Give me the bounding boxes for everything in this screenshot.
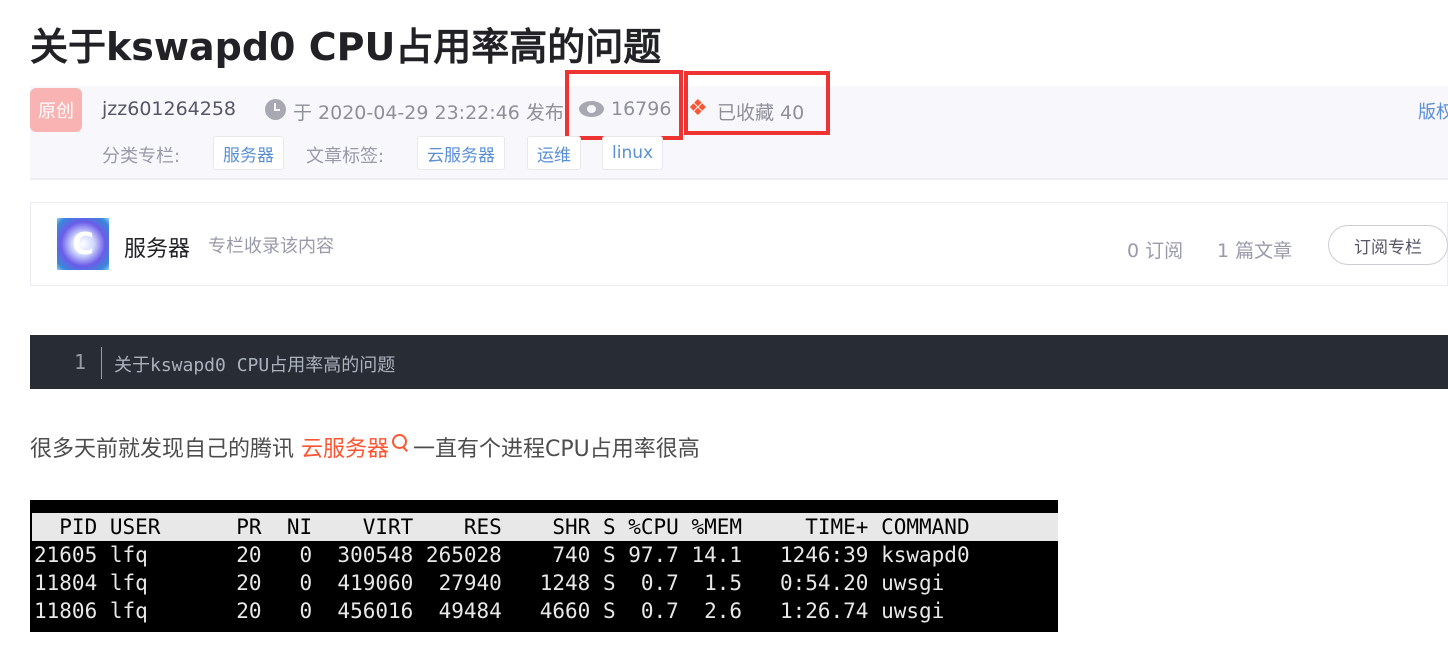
column-description: 专栏收录该内容 [208,236,334,257]
subscribe-column-button[interactable]: 订阅专栏 [1328,225,1448,265]
meta-divider [30,178,1448,180]
terminal-screenshot: PID USER PR NI VIRT RES SHR S %CPU %MEM … [30,500,1058,632]
article-paragraph: 很多天前就发现自己的腾讯 云服务器 一直有个进程CPU占用率很高 [30,431,700,463]
highlight-box-favorites [684,71,830,135]
code-gutter-divider [101,347,102,379]
article-tags-label: 文章标签: [306,146,385,167]
highlight-box-views [565,70,683,140]
article-tag[interactable]: 云服务器 [417,136,505,170]
search-icon[interactable] [391,434,409,452]
column-article-count: 1 篇文章 [1217,240,1293,262]
original-badge: 原创 [30,88,82,132]
code-line: 关于kswapd0 CPU占用率高的问题 [114,355,396,376]
terminal-process-row: 11806 lfq 20 0 456016 49484 4660 S 0.7 2… [34,599,945,623]
column-thumbnail[interactable]: C [57,218,109,270]
category-label: 分类专栏: [102,146,181,167]
column-name[interactable]: 服务器 [124,231,190,263]
copyright-link[interactable]: 版权 [1418,98,1448,124]
clock-icon [265,99,286,120]
publish-time: 于 2020-04-29 23:22:46 发布 [293,102,564,124]
article-title: 关于kswapd0 CPU占用率高的问题 [30,25,662,69]
category-tag[interactable]: 服务器 [213,136,284,170]
column-subscribers: 0 订阅 [1127,240,1184,262]
article-tag[interactable]: 运维 [527,136,581,170]
terminal-header-row: PID USER PR NI VIRT RES SHR S %CPU %MEM … [34,515,970,539]
code-line-number: 1 [74,350,87,374]
keyword-link[interactable]: 云服务器 [301,437,389,462]
article-tag[interactable]: linux [602,136,664,170]
paragraph-text: 很多天前就发现自己的腾讯 [30,437,301,462]
terminal-process-row: 11804 lfq 20 0 419060 27940 1248 S 0.7 1… [34,571,945,595]
terminal-process-row: 21605 lfq 20 0 300548 265028 740 S 97.7 … [34,543,970,567]
author-link[interactable]: jzz601264258 [102,98,236,120]
paragraph-text: 一直有个进程CPU占用率很高 [413,437,700,462]
